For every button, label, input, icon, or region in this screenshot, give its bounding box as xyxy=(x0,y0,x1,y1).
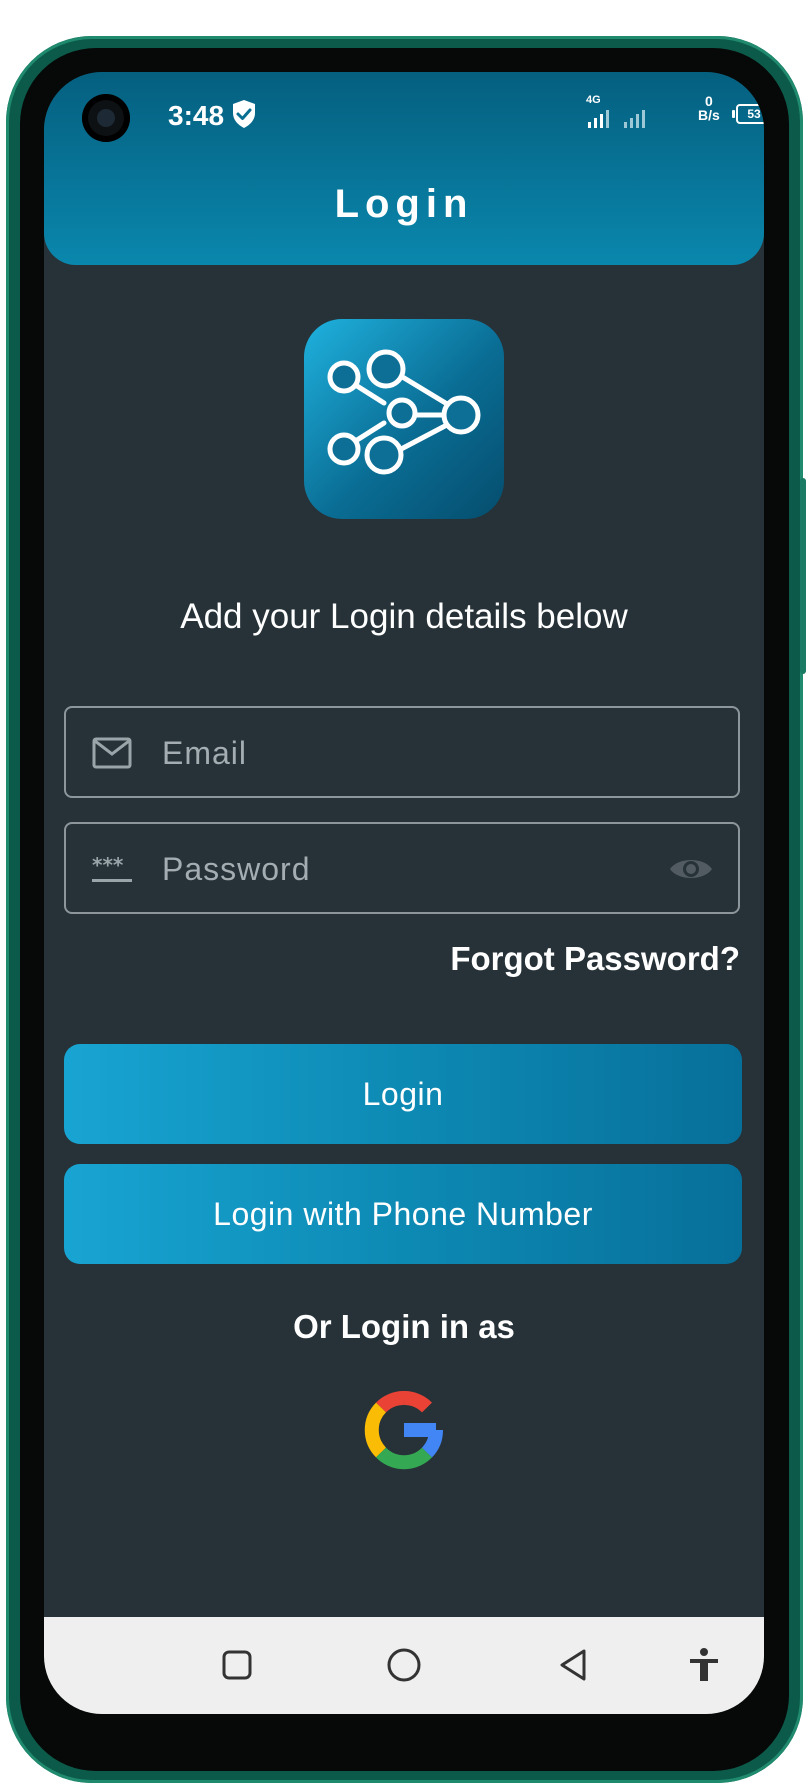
speed-unit: B/s xyxy=(698,107,720,123)
accessibility-icon[interactable] xyxy=(684,1645,724,1685)
password-field[interactable]: *** xyxy=(64,822,740,914)
network-type: 4G xyxy=(586,94,601,106)
app-screen: 3:48 4G 0 B/s 53 Login Add your Login de… xyxy=(44,72,764,1714)
google-icon[interactable] xyxy=(364,1390,444,1470)
mail-icon xyxy=(92,737,132,769)
login-instructions: Add your Login details below xyxy=(180,597,628,636)
phone-side-button xyxy=(800,478,806,674)
battery-level: 53 xyxy=(747,107,761,121)
app-logo xyxy=(304,319,504,519)
recent-apps-icon[interactable] xyxy=(217,1645,257,1685)
app-header: 3:48 4G 0 B/s 53 Login xyxy=(44,72,764,265)
forgot-password-link[interactable]: Forgot Password? xyxy=(450,940,740,978)
home-icon[interactable] xyxy=(384,1645,424,1685)
battery-icon: 53 xyxy=(732,104,764,124)
network-speed: 0 B/s xyxy=(698,94,720,122)
eye-icon[interactable] xyxy=(668,854,714,884)
phone-login-button[interactable]: Login with Phone Number xyxy=(64,1164,742,1264)
status-indicators: 4G 0 B/s 53 xyxy=(586,94,764,134)
password-dots-icon: *** xyxy=(92,853,132,882)
email-field[interactable] xyxy=(64,706,740,798)
system-nav-bar xyxy=(44,1617,764,1714)
signal-icon xyxy=(588,110,645,128)
front-camera xyxy=(82,94,130,142)
svg-text:***: *** xyxy=(92,853,124,877)
back-icon[interactable] xyxy=(554,1645,594,1685)
speed-value: 0 xyxy=(705,93,713,109)
page-title: Login xyxy=(334,182,474,226)
alternative-login-label: Or Login in as xyxy=(293,1308,515,1345)
password-input[interactable] xyxy=(160,824,644,914)
network-graph-icon xyxy=(327,349,481,475)
email-input[interactable] xyxy=(160,708,644,798)
shield-check-icon xyxy=(233,100,255,128)
status-time: 3:48 xyxy=(168,100,225,131)
login-button[interactable]: Login xyxy=(64,1044,742,1144)
